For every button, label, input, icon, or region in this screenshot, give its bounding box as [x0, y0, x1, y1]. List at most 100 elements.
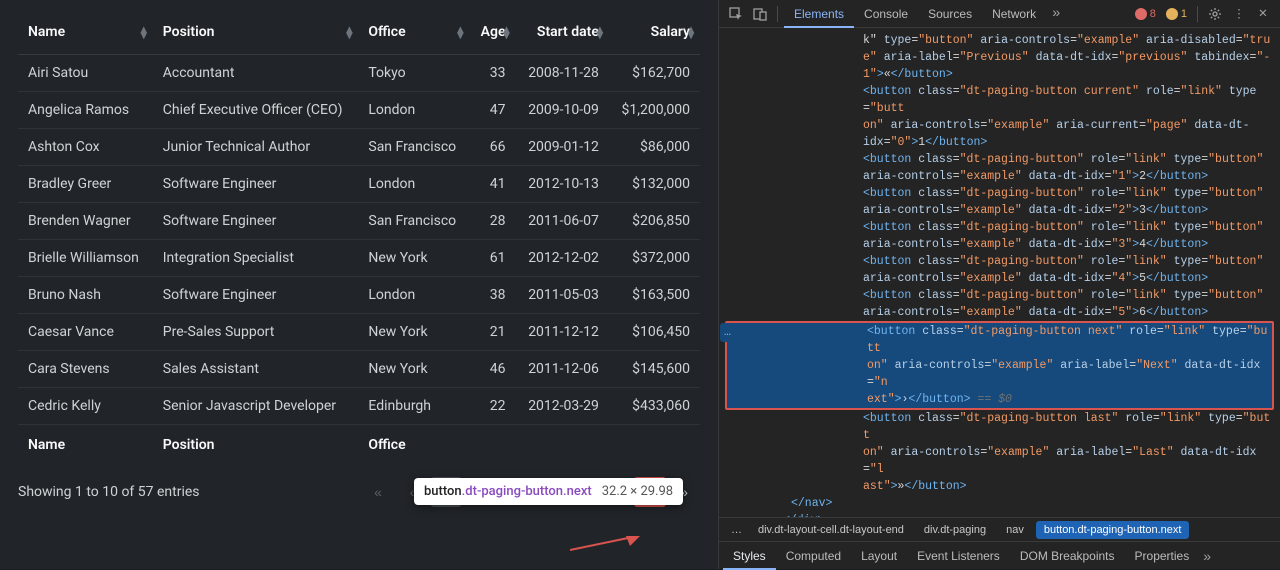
table-cell: Airi Satou [18, 55, 153, 92]
column-header[interactable]: Position▴▾ [153, 10, 359, 55]
table-cell: 66 [469, 129, 515, 166]
breadcrumb-item[interactable]: … [723, 521, 750, 539]
table-cell: 46 [469, 351, 515, 388]
dom-node-page-5[interactable]: <button class="dt-paging-button" role="l… [723, 253, 1274, 287]
breadcrumb: …div.dt-layout-cell.dt-layout-enddiv.dt-… [719, 517, 1280, 541]
devtools-panel: ElementsConsoleSourcesNetwork » 8 1 ⋮ ✕ … [718, 0, 1280, 569]
more-styles-icon[interactable]: » [1199, 548, 1215, 564]
dom-node-page-4[interactable]: <button class="dt-paging-button" role="l… [723, 219, 1274, 253]
table-cell: $163,500 [609, 277, 700, 314]
device-toggle-icon[interactable] [749, 3, 771, 25]
page-prev-button[interactable]: « [362, 477, 394, 507]
table-cell: New York [358, 240, 469, 277]
styles-tab[interactable]: Properties [1125, 542, 1200, 570]
column-header[interactable]: Age▴▾ [469, 10, 515, 55]
footer-column: Name [18, 425, 153, 466]
close-icon[interactable]: ✕ [1252, 3, 1274, 25]
table-cell: 2011-12-12 [516, 314, 609, 351]
more-tabs-icon[interactable]: » [1048, 6, 1064, 22]
table-cell: Cedric Kelly [18, 388, 153, 425]
table-cell: Accountant [153, 55, 359, 92]
styles-tab[interactable]: Computed [776, 542, 851, 570]
table-cell: 2011-05-03 [516, 277, 609, 314]
dom-node-next-selected[interactable]: <button class="dt-paging-button next" ro… [725, 321, 1274, 410]
dom-node-page-6[interactable]: <button class="dt-paging-button" role="l… [723, 287, 1274, 321]
table-cell: $162,700 [609, 55, 700, 92]
table-row[interactable]: Bruno NashSoftware EngineerLondon382011-… [18, 277, 700, 314]
table-cell: Chief Executive Officer (CEO) [153, 92, 359, 129]
devtools-tab[interactable]: Console [854, 0, 918, 28]
table-cell: $1,200,000 [609, 92, 700, 129]
gear-icon[interactable] [1204, 3, 1226, 25]
breadcrumb-item[interactable]: button.dt-paging-button.next [1036, 521, 1190, 539]
footer-column: Office [358, 425, 469, 466]
table-cell: Ashton Cox [18, 129, 153, 166]
column-header[interactable]: Salary▴▾ [609, 10, 700, 55]
styles-tab[interactable]: Styles [723, 542, 776, 570]
column-header[interactable]: Name▴▾ [18, 10, 153, 55]
styles-tabbar: StylesComputedLayoutEvent ListenersDOM B… [719, 541, 1280, 569]
table-cell: Software Engineer [153, 277, 359, 314]
table-row[interactable]: Brenden WagnerSoftware EngineerSan Franc… [18, 203, 700, 240]
table-cell: Caesar Vance [18, 314, 153, 351]
breadcrumb-item[interactable]: nav [998, 521, 1032, 539]
table-cell: 47 [469, 92, 515, 129]
table-row[interactable]: Cedric KellySenior Javascript DeveloperE… [18, 388, 700, 425]
inspect-icon[interactable] [725, 3, 747, 25]
table-row[interactable]: Airi SatouAccountantTokyo332008-11-28$16… [18, 55, 700, 92]
table-cell: 22 [469, 388, 515, 425]
devtools-tab[interactable]: Network [982, 0, 1046, 28]
dom-close-nav[interactable]: </nav> [723, 495, 1274, 512]
devtools-tab[interactable]: Sources [918, 0, 982, 28]
dom-node-last[interactable]: <button class="dt-paging-button last" ro… [723, 410, 1274, 495]
table-cell: 61 [469, 240, 515, 277]
table-cell: 2011-12-06 [516, 351, 609, 388]
tooltip-dimensions: 32.2 × 29.98 [602, 484, 673, 499]
elements-tree[interactable]: k" type="button" aria-controls="example"… [719, 28, 1280, 517]
table-cell: $433,060 [609, 388, 700, 425]
table-cell: Pre-Sales Support [153, 314, 359, 351]
table-cell: $106,450 [609, 314, 700, 351]
styles-tab[interactable]: Layout [851, 542, 907, 570]
table-cell: 28 [469, 203, 515, 240]
table-cell: 41 [469, 166, 515, 203]
table-row[interactable]: Caesar VancePre-Sales SupportNew York212… [18, 314, 700, 351]
table-row[interactable]: Ashton CoxJunior Technical AuthorSan Fra… [18, 129, 700, 166]
table-cell: Bradley Greer [18, 166, 153, 203]
table-info: Showing 1 to 10 of 57 entries [18, 484, 200, 500]
dom-node-page-1[interactable]: <button class="dt-paging-button current"… [723, 83, 1274, 151]
footer-column: Position [153, 425, 359, 466]
column-header[interactable]: Start date▴▾ [516, 10, 609, 55]
table-cell: Software Engineer [153, 203, 359, 240]
table-cell: Cara Stevens [18, 351, 153, 388]
table-row[interactable]: Cara StevensSales AssistantNew York46201… [18, 351, 700, 388]
table-row[interactable]: Brielle WilliamsonIntegration Specialist… [18, 240, 700, 277]
styles-tab[interactable]: DOM Breakpoints [1010, 542, 1125, 570]
breadcrumb-item[interactable]: div.dt-paging [916, 521, 994, 539]
table-cell: 38 [469, 277, 515, 314]
kebab-icon[interactable]: ⋮ [1228, 3, 1250, 25]
dom-node-page-3[interactable]: <button class="dt-paging-button" role="l… [723, 185, 1274, 219]
table-cell: London [358, 92, 469, 129]
table-cell: $372,000 [609, 240, 700, 277]
table-row[interactable]: Bradley GreerSoftware EngineerLondon4120… [18, 166, 700, 203]
table-cell: San Francisco [358, 203, 469, 240]
devtools-tab[interactable]: Elements [784, 0, 854, 28]
dom-node-prev-attrs[interactable]: k" type="button" aria-controls="example"… [723, 32, 1274, 83]
annotation-arrow [570, 536, 640, 552]
table-cell: $206,850 [609, 203, 700, 240]
table-row[interactable]: Angelica RamosChief Executive Officer (C… [18, 92, 700, 129]
table-cell: New York [358, 314, 469, 351]
styles-tab[interactable]: Event Listeners [907, 542, 1010, 570]
table-cell: 33 [469, 55, 515, 92]
table-cell: London [358, 166, 469, 203]
table-cell: London [358, 277, 469, 314]
tooltip-tag: button [424, 484, 462, 499]
warning-badge[interactable]: 1 [1162, 8, 1191, 20]
column-header[interactable]: Office▴▾ [358, 10, 469, 55]
breadcrumb-item[interactable]: div.dt-layout-cell.dt-layout-end [750, 521, 912, 539]
table-cell: $86,000 [609, 129, 700, 166]
error-badge[interactable]: 8 [1131, 8, 1160, 20]
sort-icon: ▴▾ [141, 26, 147, 38]
dom-node-page-2[interactable]: <button class="dt-paging-button" role="l… [723, 151, 1274, 185]
